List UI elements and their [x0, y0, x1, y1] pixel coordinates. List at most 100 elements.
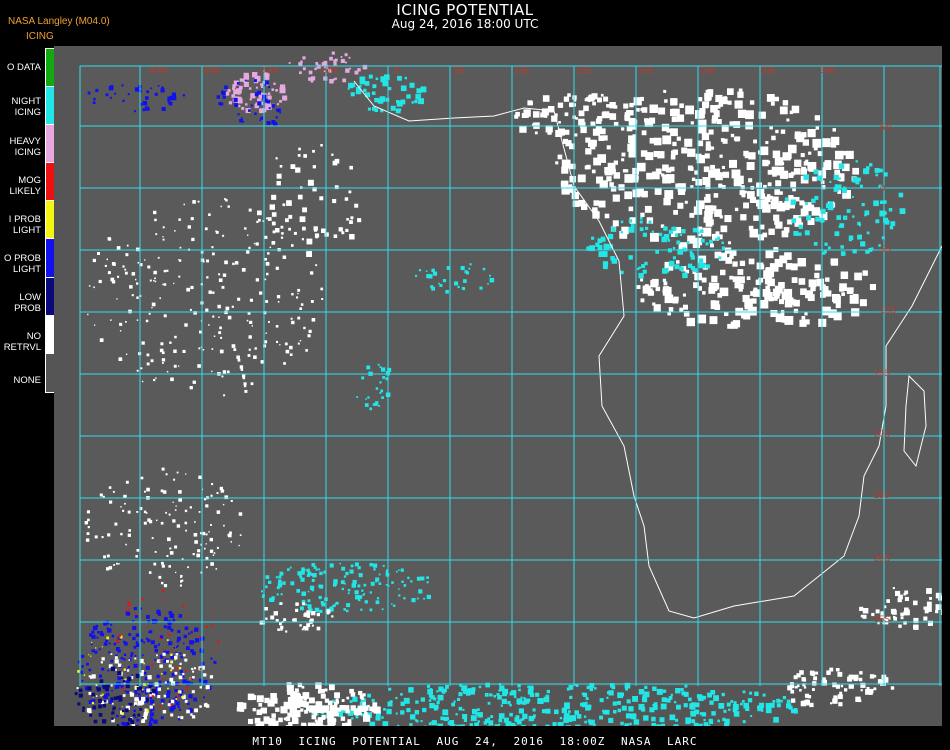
icing-pixel: [305, 603, 308, 606]
footer-caption: MT10 ICING POTENTIAL AUG 24, 2016 18:00Z…: [252, 735, 698, 748]
icing-pixel: [213, 335, 216, 337]
icing-pixel: [737, 276, 745, 284]
icing-pixel: [482, 267, 486, 271]
icing-pixel: [642, 285, 651, 294]
icing-pixel: [351, 583, 356, 588]
icing-pixel: [417, 94, 421, 98]
icing-pixel: [125, 543, 127, 546]
icing-pixel: [372, 563, 378, 568]
icing-pixel: [85, 538, 90, 542]
icing-pixel: [311, 318, 316, 322]
icing-pixel: [385, 572, 390, 577]
icing-pixel: [347, 588, 351, 592]
icing-pixel: [331, 153, 334, 156]
icing-pixel: [249, 246, 251, 249]
icing-pixel: [706, 217, 712, 223]
icing-pixel: [289, 345, 293, 350]
icing-pixel: [244, 389, 248, 393]
icing-pixel: [719, 215, 723, 219]
icing-pixel: [611, 227, 616, 232]
icing-pixel: [621, 127, 625, 131]
icing-pixel: [283, 618, 287, 622]
icing-pixel: [851, 195, 854, 198]
icing-pixel: [117, 275, 120, 278]
icing-pixel: [78, 688, 83, 693]
icing-pixel: [124, 641, 128, 646]
icing-pixel: [283, 362, 286, 365]
icing-pixel: [335, 712, 339, 717]
icing-pixel: [606, 104, 610, 108]
icing-pixel: [801, 166, 806, 172]
icing-pixel: [335, 693, 338, 696]
icing-pixel: [634, 175, 639, 181]
icing-pixel: [541, 709, 546, 714]
icing-pixel: [398, 594, 401, 597]
icing-pixel: [624, 191, 632, 200]
icing-pixel: [790, 199, 796, 205]
icing-pixel: [487, 701, 491, 705]
icing-pixel: [900, 612, 904, 617]
icing-pixel: [630, 147, 635, 152]
icing-pixel: [780, 699, 783, 703]
icing-pixel: [287, 568, 290, 571]
icing-pixel: [265, 617, 268, 620]
icing-pixel: [860, 689, 863, 692]
icing-pixel: [477, 712, 483, 718]
icing-pixel: [875, 609, 880, 614]
icing-pixel: [106, 567, 110, 571]
icing-pixel: [629, 102, 634, 108]
icing-pixel: [278, 717, 283, 723]
icing-pixel: [187, 616, 189, 619]
icing-pixel: [738, 287, 743, 292]
icing-pixel: [231, 305, 234, 308]
icing-pixel: [220, 336, 223, 339]
icing-pixel: [109, 96, 112, 99]
icing-pixel: [105, 93, 109, 97]
icing-pixel: [761, 148, 766, 153]
icing-pixel: [343, 608, 346, 611]
icing-pixel: [430, 695, 435, 700]
icing-pixel: [769, 702, 775, 708]
icing-pixel: [814, 272, 820, 279]
icing-pixel: [280, 593, 283, 596]
icing-pixel: [646, 172, 653, 180]
icing-pixel: [134, 657, 137, 660]
icing-pixel: [341, 699, 345, 702]
icing-pixel: [411, 101, 414, 104]
icing-pixel: [153, 562, 157, 566]
icing-pixel: [116, 724, 120, 726]
icing-pixel: [544, 115, 548, 118]
icing-pixel: [773, 716, 779, 723]
icing-pixel: [681, 229, 686, 234]
icing-pixel: [225, 306, 230, 311]
icing-pixel: [409, 723, 413, 726]
icing-pixel: [702, 227, 712, 237]
icing-pixel: [410, 714, 416, 720]
icing-pixel: [474, 722, 479, 726]
icing-pixel: [154, 277, 156, 280]
icing-pixel: [748, 225, 754, 231]
icing-pixel: [676, 114, 685, 122]
lat-label-10s: 10S: [880, 305, 896, 315]
icing-pixel: [438, 282, 440, 285]
icing-pixel: [438, 723, 443, 726]
icing-pixel: [295, 608, 299, 612]
icing-pixel: [414, 99, 418, 104]
icing-pixel: [838, 177, 841, 180]
icing-pixel: [843, 215, 848, 220]
lon-label-40w: 40W: [149, 65, 168, 75]
icing-pixel: [133, 663, 138, 668]
lat-label-5s: 5S: [880, 244, 891, 254]
icing-pixel: [570, 163, 576, 170]
icing-pixel: [370, 581, 375, 586]
icing-pixel: [191, 715, 196, 719]
icing-pixel: [251, 695, 257, 700]
icing-pixel: [98, 674, 102, 678]
icing-pixel: [367, 396, 370, 399]
icing-pixel: [138, 686, 143, 690]
icing-pixel: [215, 649, 217, 651]
icing-pixel: [314, 67, 317, 71]
icing-pixel: [727, 702, 731, 706]
icing-pixel: [277, 628, 280, 631]
icing-pixel: [188, 639, 190, 641]
